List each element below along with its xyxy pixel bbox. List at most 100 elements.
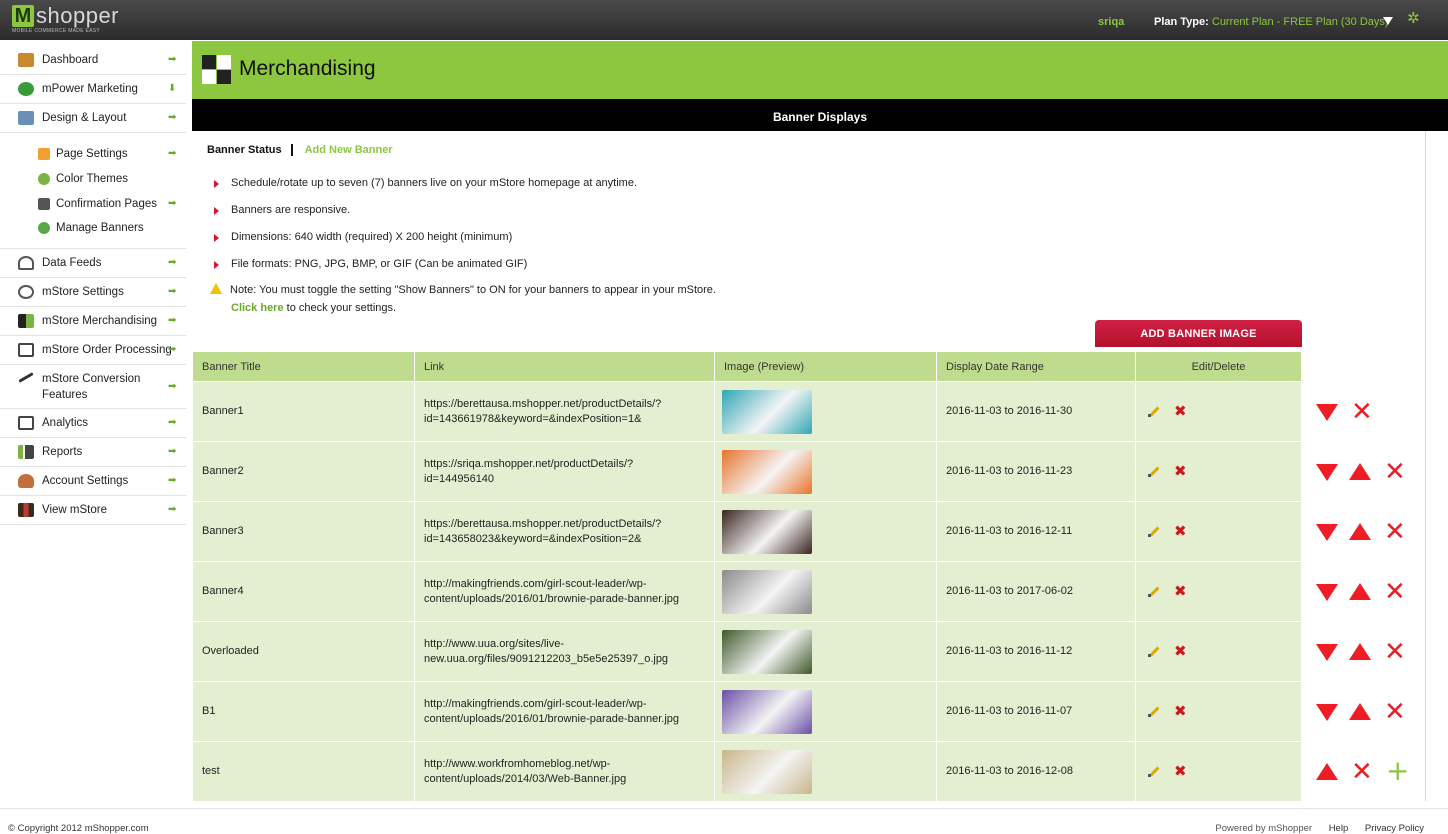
sidebar-item-data-feeds[interactable]: Data Feeds ➡ xyxy=(0,249,186,278)
delete-icon[interactable]: ✖ xyxy=(1174,524,1187,539)
edit-icon[interactable] xyxy=(1148,765,1160,778)
sidebar-item-mstore-order-processing[interactable]: mStore Order Processing ➡ xyxy=(0,336,186,365)
edit-icon[interactable] xyxy=(1148,405,1160,418)
remove-icon[interactable]: ✕ xyxy=(1384,459,1406,485)
note-link-suffix: to check your settings. xyxy=(283,302,397,314)
edit-icon[interactable] xyxy=(1148,525,1160,538)
sidebar-item-design-layout[interactable]: Design & Layout ➡ xyxy=(0,104,186,133)
move-down-icon[interactable] xyxy=(1316,644,1338,661)
remove-icon[interactable]: ✕ xyxy=(1351,399,1373,425)
column-header: Image (Preview) xyxy=(714,351,937,382)
username-link[interactable]: sriqa xyxy=(1098,16,1124,28)
privacy-policy-link[interactable]: Privacy Policy xyxy=(1365,823,1424,834)
list-item: Dimensions: 640 width (required) X 200 h… xyxy=(214,231,637,258)
sidebar-subitem-confirmation-pages[interactable]: Confirmation Pages ➡ xyxy=(0,191,186,216)
delete-icon[interactable]: ✖ xyxy=(1174,464,1187,479)
column-header: Edit/Delete xyxy=(1135,351,1302,382)
edit-icon[interactable] xyxy=(1148,465,1160,478)
banner-link[interactable]: http://www.workfromhomeblog.net/wp-conte… xyxy=(424,757,684,787)
remove-icon[interactable]: ✕ xyxy=(1384,579,1406,605)
add-icon[interactable]: + xyxy=(1386,757,1409,785)
plan-dropdown-icon[interactable] xyxy=(1383,17,1393,25)
move-down-icon[interactable] xyxy=(1316,584,1338,601)
sidebar-item-mpower-marketing[interactable]: mPower Marketing ⬇ xyxy=(0,75,186,104)
banner-thumbnail[interactable] xyxy=(722,689,812,734)
note-link-line: Click here to check your settings. xyxy=(231,302,396,314)
delete-icon[interactable]: ✖ xyxy=(1174,404,1187,419)
move-up-icon[interactable] xyxy=(1349,463,1371,480)
remove-icon[interactable]: ✕ xyxy=(1384,699,1406,725)
delete-icon[interactable]: ✖ xyxy=(1174,644,1187,659)
table-row: B1 http://makingfriends.com/girl-scout-le… xyxy=(192,681,1302,742)
click-here-link[interactable]: Click here xyxy=(231,302,284,314)
list-item: File formats: PNG, JPG, BMP, or GIF (Can… xyxy=(214,258,637,285)
banner-link[interactable]: http://makingfriends.com/girl-scout-lead… xyxy=(424,577,684,607)
banner-link-cell: http://www.uua.org/sites/live-new.uua.or… xyxy=(414,621,715,682)
sidebar-item-dashboard[interactable]: Dashboard ➡ xyxy=(0,46,186,75)
row-controls: ✕ xyxy=(1316,399,1426,425)
remove-icon[interactable]: ✕ xyxy=(1384,519,1406,545)
sidebar-item-mstore-merchandising[interactable]: mStore Merchandising ➡ xyxy=(0,307,186,336)
move-up-icon[interactable] xyxy=(1349,703,1371,720)
mshopper-logo[interactable]: M shopper MOBILE COMMERCE MADE EASY xyxy=(12,3,152,35)
banner-thumbnail[interactable] xyxy=(722,569,812,614)
add-banner-image-button[interactable]: ADD BANNER IMAGE xyxy=(1095,320,1302,347)
remove-icon[interactable]: ✕ xyxy=(1351,759,1373,785)
sidebar-item-reports[interactable]: Reports ➡ xyxy=(0,438,186,467)
banner-thumbnail[interactable] xyxy=(722,449,812,494)
delete-icon[interactable]: ✖ xyxy=(1174,764,1187,779)
move-down-icon[interactable] xyxy=(1316,464,1338,481)
move-up-icon[interactable] xyxy=(1349,523,1371,540)
sidebar-subitem-page-settings[interactable]: Page Settings ➡ xyxy=(0,141,186,166)
banner-table: Banner Title Link Image (Preview) Displa… xyxy=(192,351,1302,802)
move-down-icon[interactable] xyxy=(1316,524,1338,541)
banner-link[interactable]: https://berettausa.mshopper.net/productD… xyxy=(424,397,684,427)
move-up-icon[interactable] xyxy=(1349,643,1371,660)
reports-icon xyxy=(18,445,34,459)
tab-banner-status[interactable]: Banner Status xyxy=(207,144,293,156)
banner-link[interactable]: http://www.uua.org/sites/live-new.uua.or… xyxy=(424,637,684,667)
banner-image-cell xyxy=(714,381,937,442)
move-up-icon[interactable] xyxy=(1316,763,1338,780)
tab-add-new-banner[interactable]: Add New Banner xyxy=(293,144,393,156)
note-text: Note: You must toggle the setting "Show … xyxy=(230,284,716,296)
edit-icon[interactable] xyxy=(1148,705,1160,718)
sidebar-item-mstore-conversion-features[interactable]: mStore Conversion Features ➡ xyxy=(0,365,186,409)
sidebar-subitem-color-themes[interactable]: Color Themes xyxy=(0,166,186,191)
sidebar-item-view-mstore[interactable]: View mStore ➡ xyxy=(0,496,186,525)
order-processing-icon xyxy=(18,343,34,357)
edit-icon[interactable] xyxy=(1148,585,1160,598)
banner-link-cell: http://makingfriends.com/girl-scout-lead… xyxy=(414,561,715,622)
banner-link[interactable]: http://makingfriends.com/girl-scout-lead… xyxy=(424,697,684,727)
banner-thumbnail[interactable] xyxy=(722,749,812,794)
sidebar-subitem-label: Manage Banners xyxy=(56,222,144,234)
move-up-icon[interactable] xyxy=(1349,583,1371,600)
page-header: Merchandising xyxy=(192,41,1448,99)
delete-icon[interactable]: ✖ xyxy=(1174,584,1187,599)
arrow-right-icon: ➡ xyxy=(168,315,177,326)
banner-link[interactable]: https://sriqa.mshopper.net/productDetail… xyxy=(424,457,684,487)
sidebar-item-analytics[interactable]: Analytics ➡ xyxy=(0,409,186,438)
sidebar-item-account-settings[interactable]: Account Settings ➡ xyxy=(0,467,186,496)
gear-icon[interactable]: ✲ xyxy=(1407,11,1423,27)
banner-thumbnail[interactable] xyxy=(722,509,812,554)
banner-thumbnail[interactable] xyxy=(722,389,812,434)
banner-thumbnail[interactable] xyxy=(722,629,812,674)
remove-icon[interactable]: ✕ xyxy=(1384,639,1406,665)
sidebar-subitem-manage-banners[interactable]: Manage Banners xyxy=(0,216,186,249)
move-down-icon[interactable] xyxy=(1316,704,1338,721)
edit-icon[interactable] xyxy=(1148,645,1160,658)
move-down-icon[interactable] xyxy=(1316,404,1338,421)
row-controls: ✕ xyxy=(1316,519,1426,545)
arrow-right-icon: ➡ xyxy=(168,446,177,457)
merchandising-icon xyxy=(18,314,34,328)
delete-icon[interactable]: ✖ xyxy=(1174,704,1187,719)
list-item: Schedule/rotate up to seven (7) banners … xyxy=(214,177,637,204)
help-link[interactable]: Help xyxy=(1329,823,1349,834)
banner-image-cell xyxy=(714,561,937,622)
date-range-cell: 2016-11-03 to 2016-12-11 xyxy=(936,501,1136,562)
sidebar-item-mstore-settings[interactable]: mStore Settings ➡ xyxy=(0,278,186,307)
home-icon xyxy=(18,53,34,67)
banner-link[interactable]: https://berettausa.mshopper.net/productD… xyxy=(424,517,684,547)
table-row: test http://www.workfromhomeblog.net/wp-c… xyxy=(192,741,1302,802)
